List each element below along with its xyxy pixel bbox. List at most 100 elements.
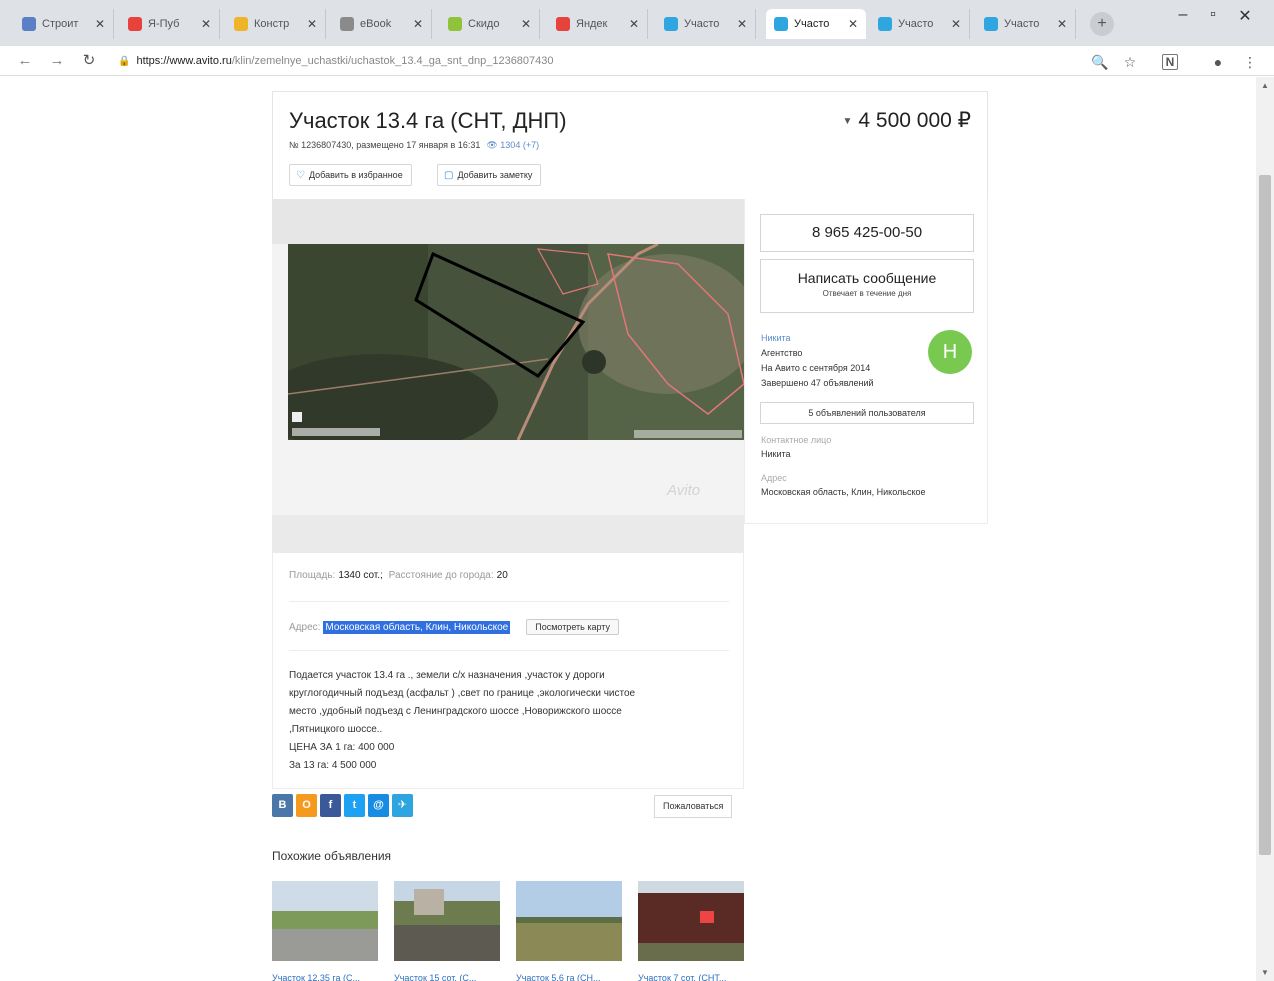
- similar-item[interactable]: Участок 12.35 га (С...: [272, 881, 378, 981]
- vk-share-button[interactable]: В: [272, 794, 293, 817]
- browser-tab[interactable]: Участо ✕: [766, 9, 866, 39]
- listing-id-date: № 1236807430, размещено 17 января в 16:3…: [289, 140, 481, 150]
- social-share: В О f t @ ✈: [272, 794, 413, 817]
- divider: [289, 650, 729, 651]
- tab-close-icon[interactable]: ✕: [1057, 17, 1067, 31]
- scrollbar-thumb[interactable]: [1259, 175, 1271, 855]
- all-ads-button[interactable]: 5 объявлений пользователя: [760, 402, 974, 424]
- minimize-button[interactable]: –: [1168, 6, 1198, 24]
- add-note-label: Добавить заметку: [457, 170, 533, 180]
- similar-caption[interactable]: Участок 5.6 га (СН...: [516, 973, 622, 981]
- tab-favicon-icon: [664, 17, 678, 31]
- description-line: ЦЕНА ЗА 1 га: 400 000: [289, 742, 395, 753]
- tab-label: Яндек: [576, 18, 608, 30]
- description-line: ,Пятницкого шоссе..: [289, 724, 383, 735]
- show-map-button[interactable]: Посмотреть карту: [526, 619, 620, 635]
- reply-time: Отвечает в течение дня: [822, 289, 912, 298]
- tab-close-icon[interactable]: ✕: [307, 17, 317, 31]
- telegram-share-button[interactable]: ✈: [392, 794, 413, 817]
- address-value[interactable]: Московская область, Клин, Никольское: [323, 621, 511, 634]
- zoom-icon[interactable]: 🔍: [1090, 52, 1110, 72]
- similar-thumbnail[interactable]: [394, 881, 500, 961]
- add-favorite-button[interactable]: ♡ Добавить в избранное: [289, 164, 412, 186]
- description-line: место ,удобный подъезд с Ленинградского …: [289, 706, 622, 717]
- browser-tab[interactable]: eBook ✕: [332, 9, 432, 39]
- photo-gallery[interactable]: Avito: [272, 199, 744, 553]
- bookmark-star-icon[interactable]: ☆: [1120, 52, 1140, 72]
- browser-tab[interactable]: Участо ✕: [870, 9, 970, 39]
- tab-close-icon[interactable]: ✕: [201, 17, 211, 31]
- seller-address: Адрес Московская область, Клин, Никольск…: [761, 471, 926, 499]
- browser-tab[interactable]: Скидо ✕: [440, 9, 540, 39]
- similar-photo: [516, 881, 622, 961]
- currency-dropdown-icon[interactable]: ▼: [842, 116, 852, 127]
- similar-photo: [272, 881, 378, 961]
- write-message-button[interactable]: Написать сообщение Отвечает в течение дн…: [760, 259, 974, 313]
- views-value: 1304 (+7): [500, 140, 540, 150]
- tab-label: eBook: [360, 18, 392, 30]
- scroll-up-icon[interactable]: ▲: [1256, 81, 1274, 90]
- satellite-map-photo[interactable]: [288, 244, 744, 440]
- avatar[interactable]: Н: [928, 330, 972, 374]
- browser-tab[interactable]: Строит ✕: [14, 9, 114, 39]
- tab-close-icon[interactable]: ✕: [737, 17, 747, 31]
- profile-icon[interactable]: ●: [1208, 52, 1228, 72]
- twitter-share-button[interactable]: t: [344, 794, 365, 817]
- new-tab-button[interactable]: +: [1090, 12, 1114, 36]
- tab-close-icon[interactable]: ✕: [521, 17, 531, 31]
- ok-share-button[interactable]: О: [296, 794, 317, 817]
- lock-icon: 🔒: [118, 56, 131, 67]
- close-window-button[interactable]: ✕: [1230, 6, 1260, 26]
- address-bar[interactable]: 🔒 https://www.avito.ru/klin/zemelnye_ucha…: [118, 50, 1078, 72]
- similar-thumbnail[interactable]: [638, 881, 744, 961]
- extension-icon[interactable]: N: [1162, 54, 1178, 70]
- tab-favicon-icon: [556, 17, 570, 31]
- reload-icon[interactable]: ↻: [78, 50, 100, 72]
- similar-item[interactable]: Участок 15 сот. (С...: [394, 881, 500, 981]
- menu-icon[interactable]: ⋮: [1240, 52, 1260, 72]
- seller-name-link[interactable]: Никита: [761, 331, 874, 346]
- price-value: 4 500 000 ₽: [858, 109, 971, 132]
- forward-icon[interactable]: →: [46, 50, 68, 72]
- maximize-button[interactable]: ▫: [1198, 6, 1228, 24]
- similar-item[interactable]: Участок 5.6 га (СН...: [516, 881, 622, 981]
- similar-caption[interactable]: Участок 12.35 га (С...: [272, 973, 378, 981]
- similar-thumbnail[interactable]: [516, 881, 622, 961]
- similar-caption[interactable]: Участок 15 сот. (С...: [394, 973, 500, 981]
- listing-title: Участок 13.4 га (СНТ, ДНП): [289, 108, 567, 133]
- scroll-down-icon[interactable]: ▼: [1256, 968, 1274, 977]
- tab-close-icon[interactable]: ✕: [951, 17, 961, 31]
- facebook-share-button[interactable]: f: [320, 794, 341, 817]
- tab-close-icon[interactable]: ✕: [848, 17, 858, 31]
- browser-tab[interactable]: Констр ✕: [226, 9, 326, 39]
- seller-sidebar: 8 965 425-00-50 Написать сообщение Отвеч…: [744, 199, 988, 524]
- area-value: 1340 сот.;: [338, 570, 383, 581]
- address-row: Адрес: Московская область, Клин, Никольск…: [289, 619, 620, 635]
- add-note-button[interactable]: ▢ Добавить заметку: [437, 164, 542, 186]
- contact-label: Контактное лицо: [761, 435, 832, 445]
- browser-tab[interactable]: Участо ✕: [656, 9, 756, 39]
- similar-thumbnail[interactable]: [272, 881, 378, 961]
- tab-close-icon[interactable]: ✕: [413, 17, 423, 31]
- tab-close-icon[interactable]: ✕: [95, 17, 105, 31]
- similar-item[interactable]: Участок 7 сот. (СНТ...: [638, 881, 744, 981]
- browser-tab[interactable]: Яндек ✕: [548, 9, 648, 39]
- satellite-map-image: [288, 244, 744, 440]
- back-icon[interactable]: ←: [14, 50, 36, 72]
- contact-value: Никита: [761, 449, 791, 459]
- distance-label: Расстояние до города:: [388, 570, 494, 581]
- browser-tab[interactable]: Я-Пуб ✕: [120, 9, 220, 39]
- area-label: Площадь:: [289, 570, 336, 581]
- browser-tab[interactable]: Участо ✕: [976, 9, 1076, 39]
- page-scrollbar[interactable]: ▲ ▼: [1256, 77, 1274, 981]
- similar-photo: [638, 881, 744, 961]
- tab-close-icon[interactable]: ✕: [629, 17, 639, 31]
- description-line: Подается участок 13.4 га ., земели с/х н…: [289, 670, 605, 681]
- listing-meta: № 1236807430, размещено 17 января в 16:3…: [289, 140, 539, 151]
- phone-button[interactable]: 8 965 425-00-50: [760, 214, 974, 252]
- address-label: Адрес:: [289, 622, 321, 633]
- mail-share-button[interactable]: @: [368, 794, 389, 817]
- tab-label: Участо: [684, 18, 720, 30]
- similar-caption[interactable]: Участок 7 сот. (СНТ...: [638, 973, 744, 981]
- complain-button[interactable]: Пожаловаться: [654, 795, 733, 818]
